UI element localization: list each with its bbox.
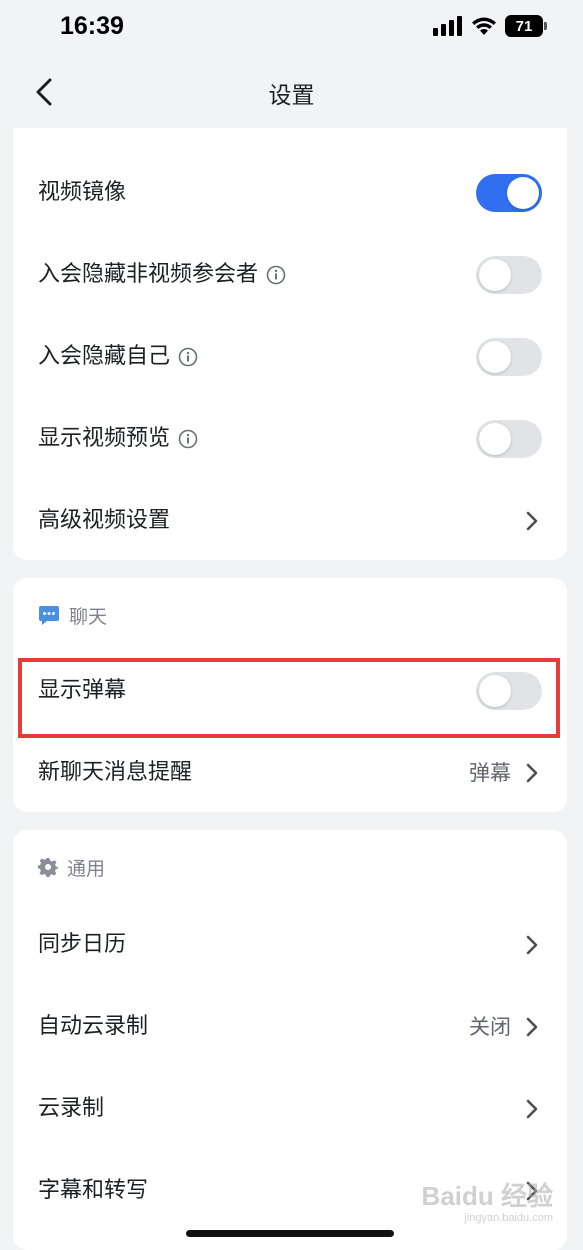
advanced-video-row[interactable]: 高级视频设置 [13,480,567,562]
battery-level: 71 [515,17,533,35]
info-icon[interactable] [178,347,198,367]
chevron-right-icon [526,763,538,783]
wifi-icon [472,17,496,35]
cloud-record-label: 云录制 [38,1096,105,1121]
new-chat-alert-value: 弹幕 [469,761,511,785]
home-indicator [186,1230,394,1237]
chevron-right-icon [526,1099,538,1119]
chevron-right-icon [526,935,538,955]
battery-icon: 71 [505,15,547,37]
toggle-knob [507,177,539,209]
sync-calendar-label: 同步日历 [38,932,127,957]
status-time: 16:39 [60,12,124,40]
hide-self-toggle[interactable] [476,338,542,376]
sync-calendar-row[interactable]: 同步日历 [13,904,567,986]
auto-cloud-record-row[interactable]: 自动云录制 关闭 [13,986,567,1068]
video-preview-toggle[interactable] [476,420,542,458]
toggle-knob [479,423,511,455]
highlight-box [18,658,560,738]
watermark-url: jingyan.baidu.com [464,1212,553,1224]
toggle-knob [479,341,511,373]
captions-label: 字幕和转写 [38,1178,149,1203]
advanced-video-label: 高级视频设置 [38,508,171,533]
chat-section-header: 聊天 [38,600,107,630]
nav-bar: 设置 [0,56,583,128]
page-title: 设置 [268,83,315,109]
new-chat-alert-label: 新聊天消息提醒 [38,760,193,785]
info-icon[interactable] [178,429,198,449]
watermark: Baidu 经验 [421,1181,553,1211]
general-section-title: 通用 [67,857,106,880]
toggle-knob [479,259,511,291]
hide-self-label: 入会隐藏自己 [38,344,171,369]
video-preview-label: 显示视频预览 [38,426,171,451]
video-mirror-label: 视频镜像 [38,180,127,205]
cloud-record-row[interactable]: 云录制 [13,1068,567,1150]
chat-section-title: 聊天 [69,605,108,628]
hide-non-video-toggle[interactable] [476,256,542,294]
hide-non-video-row: 入会隐藏非视频参会者 [13,234,567,316]
status-bar: 16:39 71 [0,0,583,56]
chevron-right-icon [526,511,538,531]
status-icons: 71 [433,15,547,37]
signal-icon [433,16,462,36]
video-preview-row: 显示视频预览 [13,398,567,480]
hide-non-video-label: 入会隐藏非视频参会者 [38,262,259,287]
hide-self-row: 入会隐藏自己 [13,316,567,398]
new-chat-alert-row[interactable]: 新聊天消息提醒 弹幕 [13,732,567,814]
info-icon[interactable] [266,265,286,285]
auto-cloud-record-label: 自动云录制 [38,1014,149,1039]
general-section-header: 通用 [38,852,105,882]
auto-cloud-record-value: 关闭 [469,1015,511,1039]
gear-icon [38,858,58,877]
chevron-right-icon [526,1017,538,1037]
video-mirror-toggle[interactable] [476,174,542,212]
video-mirror-row: 视频镜像 [13,152,567,234]
chat-bubble-icon [39,606,59,625]
video-settings-card: 视频镜像 入会隐藏非视频参会者 入会隐藏自己 显示视频预览 高级视频设置 [13,128,567,560]
